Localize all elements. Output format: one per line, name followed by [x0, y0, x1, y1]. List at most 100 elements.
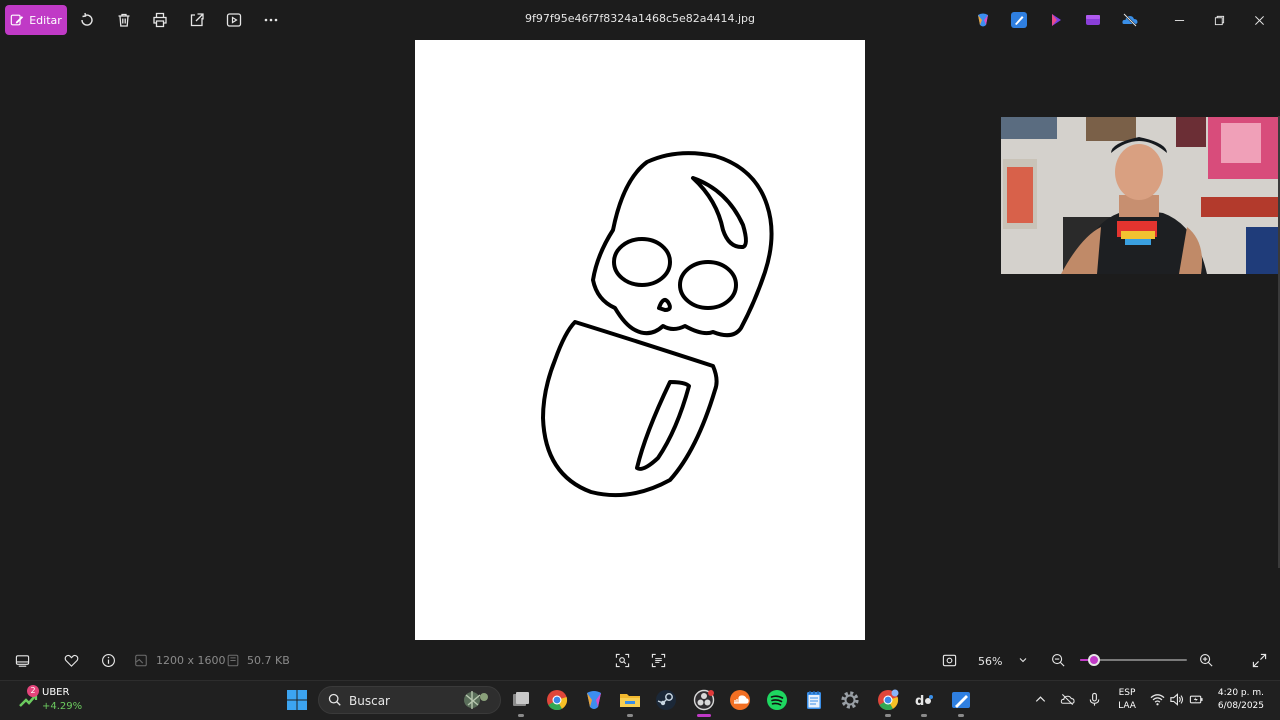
- running-indicator: [921, 714, 927, 717]
- copilot-taskbar-app[interactable]: [582, 688, 606, 712]
- microphone-icon: [1089, 692, 1099, 706]
- text-scan-button[interactable]: [650, 652, 666, 668]
- taskbar-clock[interactable]: 4:20 p. m. 6/08/2025: [1208, 687, 1264, 713]
- task-view-button[interactable]: [509, 688, 533, 712]
- filmstrip-button[interactable]: [14, 652, 30, 668]
- print-button[interactable]: [150, 10, 170, 30]
- top-toolbar: Editar 9f97f95e46f7f8324a1468c5e82a4414.…: [0, 0, 1280, 40]
- stock-change: +4.29%: [42, 701, 83, 712]
- file-explorer-taskbar-app[interactable]: [618, 688, 642, 712]
- photos-taskbar-app[interactable]: [949, 688, 973, 712]
- obs-taskbar-app[interactable]: [692, 688, 716, 712]
- close-icon: [1254, 15, 1264, 25]
- running-indicator: [885, 714, 891, 717]
- rotate-button[interactable]: [77, 10, 97, 30]
- clock-date: 6/08/2025: [1217, 701, 1264, 711]
- wifi-tray-button[interactable]: [1148, 690, 1166, 708]
- gear-icon: [841, 691, 859, 709]
- fit-to-window-button[interactable]: [941, 652, 957, 668]
- trash-icon: [118, 13, 130, 27]
- zoom-out-icon: [1051, 653, 1065, 667]
- folder-icon: [620, 694, 640, 707]
- stock-name: UBER: [42, 687, 70, 698]
- steam-icon: [656, 690, 676, 710]
- edit-icon: [10, 14, 24, 26]
- restore-icon: [1214, 15, 1224, 25]
- running-indicator: [518, 714, 524, 717]
- notepad-taskbar-app[interactable]: [802, 688, 826, 712]
- dimensions-icon: [134, 653, 148, 667]
- microphone-tray-button[interactable]: [1085, 690, 1103, 708]
- steam-taskbar-app[interactable]: [654, 688, 678, 712]
- zoom-level-dropdown[interactable]: 56%: [968, 648, 1038, 674]
- image-dimensions: 1200 x 1600: [156, 654, 226, 667]
- skull-capsule-drawing: [541, 151, 774, 498]
- photos-app-window: Editar 9f97f95e46f7f8324a1468c5e82a4414.…: [0, 0, 1280, 680]
- onedrive-tray-button[interactable]: [1058, 690, 1076, 708]
- expand-icon: [1252, 653, 1266, 667]
- running-indicator: [627, 714, 633, 717]
- close-button[interactable]: [1249, 10, 1269, 30]
- filmstrip-icon: [15, 654, 29, 667]
- notepad-icon: [807, 691, 821, 709]
- stock-widget[interactable]: 2 UBER +4.29%: [18, 685, 98, 715]
- notification-badge: 2: [27, 685, 39, 697]
- file-info-button[interactable]: [100, 652, 116, 668]
- video-editor-app-icon[interactable]: [1085, 12, 1101, 28]
- more-options-button[interactable]: [261, 10, 281, 30]
- task-view-icon: [513, 692, 529, 706]
- search-icon: [328, 693, 341, 706]
- slideshow-button[interactable]: [224, 10, 244, 30]
- search-highlight-icon: [464, 691, 488, 709]
- share-icon: [190, 13, 204, 27]
- image-viewer-canvas[interactable]: [415, 40, 865, 640]
- show-hidden-icons-button[interactable]: [1031, 690, 1049, 708]
- maximize-button[interactable]: [1209, 10, 1229, 30]
- fullscreen-button[interactable]: [1251, 652, 1267, 668]
- davinci-taskbar-app[interactable]: d: [912, 688, 936, 712]
- soundcloud-taskbar-app[interactable]: [728, 688, 752, 712]
- start-button[interactable]: [285, 688, 309, 712]
- webcam-feed-image: [1001, 117, 1280, 274]
- zoom-in-icon: [1199, 653, 1213, 667]
- chrome-taskbar-app[interactable]: [545, 688, 569, 712]
- more-icon: [264, 18, 278, 22]
- designer-app-icon[interactable]: [1011, 12, 1027, 28]
- chevron-down-icon: [1019, 658, 1027, 663]
- copilot-icon: [587, 691, 601, 709]
- volume-tray-button[interactable]: [1167, 690, 1185, 708]
- soundcloud-icon: [730, 690, 750, 710]
- zoom-in-button[interactable]: [1198, 652, 1214, 668]
- cloud-off-icon: [1060, 693, 1075, 705]
- onedrive-app-icon[interactable]: [1121, 12, 1138, 28]
- clock-time: 4:20 p. m.: [1217, 688, 1264, 698]
- edit-button[interactable]: Editar: [5, 5, 67, 35]
- visual-search-button[interactable]: [614, 652, 630, 668]
- copilot-app-icon[interactable]: [975, 12, 991, 28]
- delete-button[interactable]: [114, 10, 134, 30]
- zoom-slider-thumb[interactable]: [1087, 654, 1100, 666]
- scan-text-icon: [651, 653, 665, 667]
- file-size: 50.7 KB: [247, 654, 290, 667]
- battery-charging-icon: [1189, 695, 1203, 703]
- info-icon: [101, 653, 115, 667]
- heart-icon: [64, 654, 78, 667]
- fit-window-icon: [942, 654, 956, 666]
- settings-taskbar-app[interactable]: [838, 688, 862, 712]
- zoom-level-value: 56%: [978, 654, 1003, 668]
- favorite-button[interactable]: [63, 652, 79, 668]
- chrome-profile-taskbar-app[interactable]: [876, 688, 900, 712]
- minimize-button[interactable]: [1169, 10, 1189, 30]
- davinci-icon: d: [915, 694, 933, 709]
- share-button[interactable]: [187, 10, 207, 30]
- language-code: ESP: [1118, 688, 1136, 698]
- spotify-taskbar-app[interactable]: [765, 688, 789, 712]
- visual-search-icon: [615, 653, 629, 667]
- input-language-indicator[interactable]: ESP LAA: [1116, 687, 1138, 713]
- clipchamp-app-icon[interactable]: [1048, 12, 1064, 28]
- slideshow-icon: [226, 13, 242, 27]
- zoom-out-button[interactable]: [1050, 652, 1066, 668]
- taskbar-search[interactable]: Buscar: [318, 686, 501, 714]
- edit-button-label: Editar: [29, 13, 62, 27]
- battery-tray-button[interactable]: [1187, 690, 1205, 708]
